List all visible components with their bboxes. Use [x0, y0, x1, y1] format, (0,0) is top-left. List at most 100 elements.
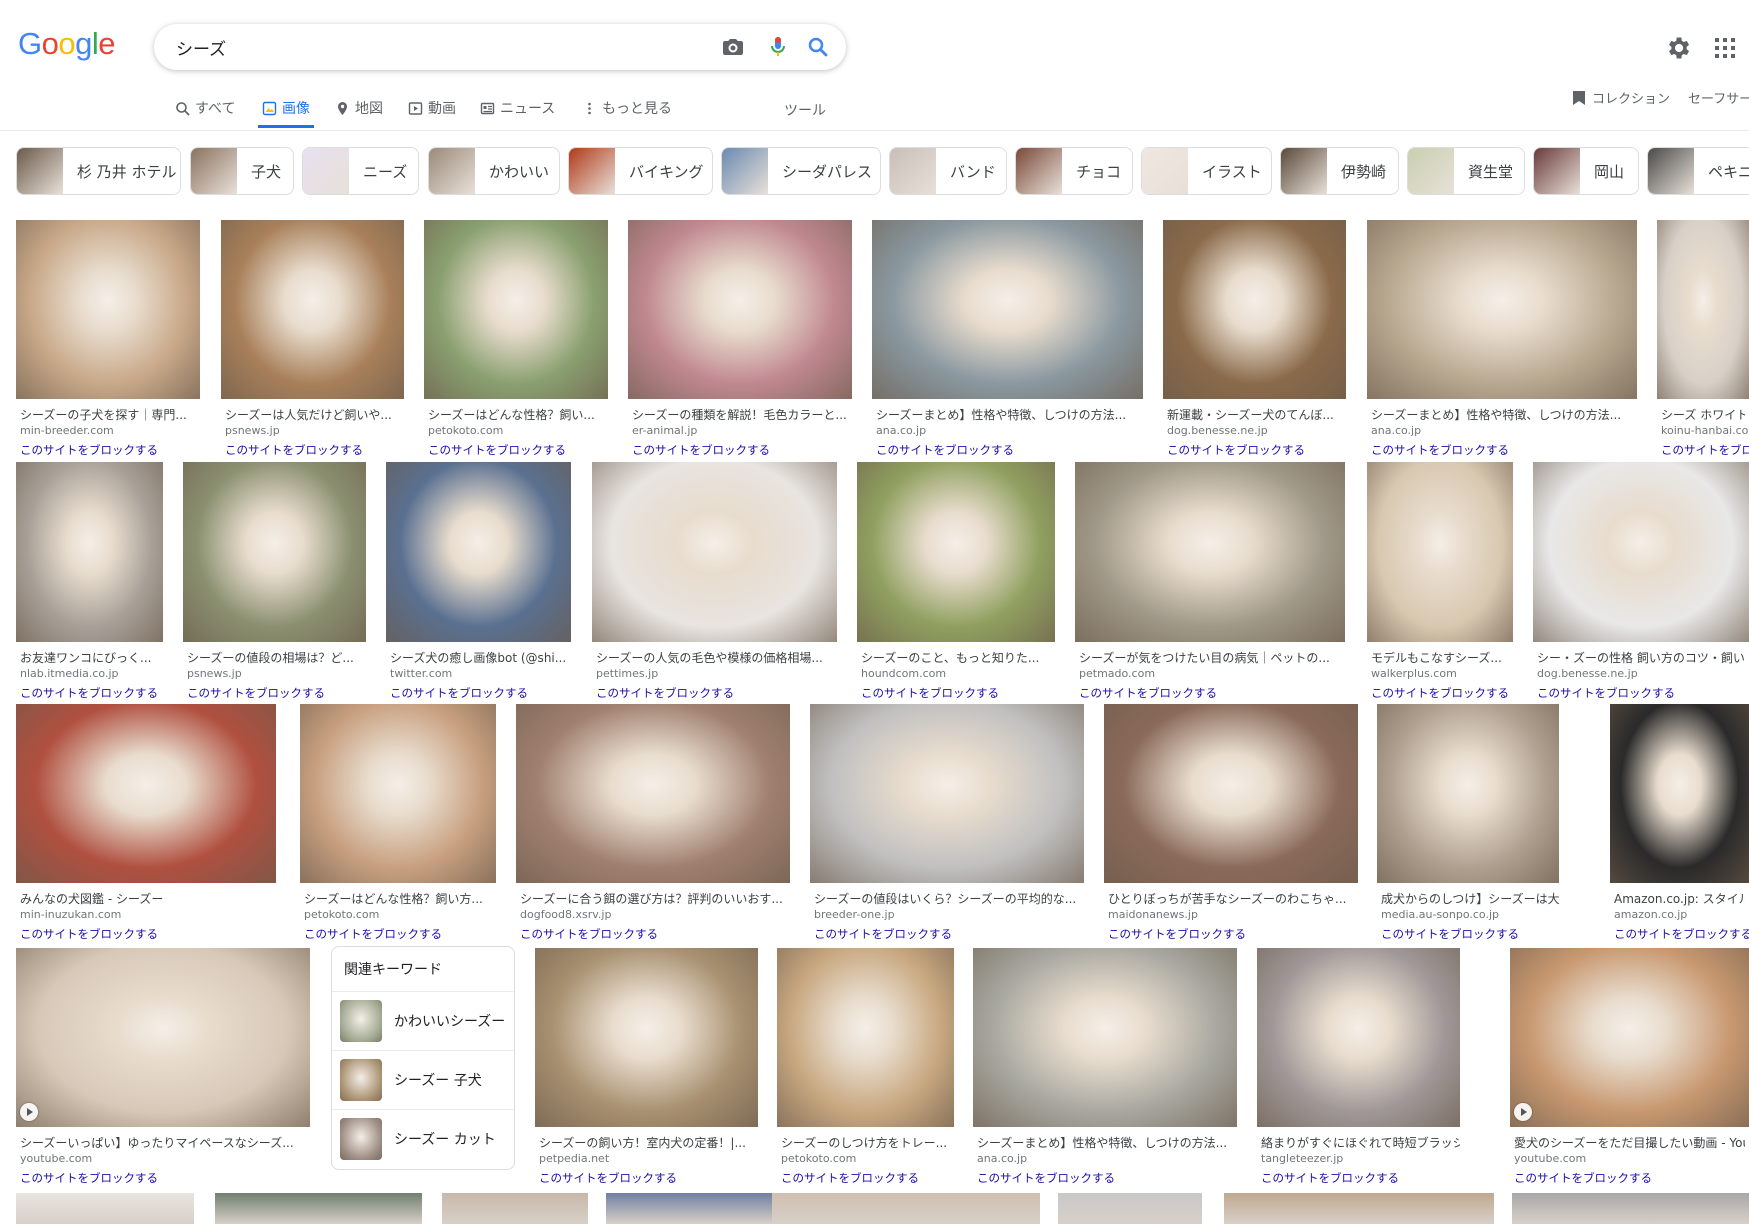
block-site-link[interactable]: このサイトをブロックする — [632, 442, 770, 458]
result-thumbnail[interactable] — [16, 220, 200, 399]
result-thumbnail[interactable] — [777, 948, 954, 1127]
image-result[interactable]: シーズーに合う餌の選び方は？評判のいいおす... dogfood8.xsrv.jp… — [516, 704, 790, 941]
block-site-link[interactable]: このサイトをブロックする — [1537, 685, 1675, 701]
chip-3[interactable]: かわいい — [428, 147, 560, 195]
image-result[interactable]: シーズーの値段の相場は？ど... psnews.jp このサイトをブロックする — [183, 462, 366, 700]
result-thumbnail[interactable] — [857, 462, 1055, 642]
result-title[interactable]: シーズーの子犬を探す｜専門... — [20, 406, 200, 423]
result-title[interactable]: シーズーはどんな性格？飼い方... — [304, 890, 496, 907]
result-thumbnail[interactable] — [628, 220, 852, 399]
result-thumbnail[interactable] — [386, 462, 571, 642]
result-title[interactable]: 新運載・シーズー犬のてんぼ... — [1167, 406, 1346, 423]
result-title[interactable]: シーズーの飼い方！室内犬の定番！|... — [539, 1134, 758, 1151]
block-site-link[interactable]: このサイトをブロックする — [20, 442, 158, 458]
block-site-link[interactable]: このサイトをブロックする — [1167, 442, 1305, 458]
chip-8[interactable]: イラスト — [1141, 147, 1272, 195]
image-result-partial[interactable] — [16, 1193, 194, 1224]
result-thumbnail[interactable] — [16, 704, 276, 883]
block-site-link[interactable]: このサイトをブロックする — [187, 685, 325, 701]
result-title[interactable]: シーズーが気をつけたい目の病気｜ペットの... — [1079, 649, 1345, 666]
image-result[interactable]: シーズーの飼い方！室内犬の定番！|... petpedia.net このサイトをブロ… — [535, 948, 758, 1185]
result-title[interactable]: シーズーの値段はいくら？シーズーの平均的な... — [814, 890, 1084, 907]
result-title[interactable]: 愛犬のシーズーをただ目撮したい動画 - You — [1514, 1134, 1745, 1151]
result-thumbnail[interactable] — [16, 948, 310, 1127]
image-result[interactable]: シーズーのしつけ方をトレー... petokoto.com このサイトをブロックする — [777, 948, 954, 1185]
block-site-link[interactable]: このサイトをブロックする — [539, 1170, 677, 1186]
block-site-link[interactable]: このサイトをブロックする — [304, 926, 442, 942]
result-title[interactable]: 絡まりがすぐにほぐれて時短ブラッシ... — [1261, 1134, 1460, 1151]
related-keyword-item[interactable]: かわいいシーズー — [332, 991, 514, 1050]
result-title[interactable]: シーズーいっぱい】ゆったりマイペースなシーズ... — [20, 1134, 310, 1151]
result-title[interactable]: Amazon.co.jp: スタイルズ — [1614, 890, 1745, 907]
google-logo[interactable]: Google — [18, 26, 116, 62]
block-site-link[interactable]: このサイトをブロックする — [20, 926, 158, 942]
tab-2[interactable]: 地図 — [335, 98, 383, 118]
block-site-link[interactable]: このサイトをブロックする — [1261, 1170, 1399, 1186]
block-site-link[interactable]: このサイトをブロックする — [977, 1170, 1115, 1186]
image-result[interactable]: シー・ズーの性格 飼い方のコツ・飼い dog.benesse.ne.jp このサイト… — [1533, 462, 1749, 700]
chip-10[interactable]: 資生堂 — [1407, 147, 1525, 195]
chip-9[interactable]: 伊勢崎 — [1280, 147, 1399, 195]
apps-grid-icon[interactable] — [1713, 36, 1737, 60]
result-thumbnail[interactable] — [424, 220, 608, 399]
image-result[interactable]: シーズーはどんな性格？飼い... petokoto.com このサイトをブロックする — [424, 220, 608, 457]
image-result[interactable]: シーズーまとめ】性格や特徴、しつけの方法... ana.co.jp このサイトをブロ… — [872, 220, 1143, 457]
block-site-link[interactable]: このサイトをブロックする — [1381, 926, 1519, 942]
result-thumbnail[interactable] — [592, 462, 837, 642]
chip-1[interactable]: 子犬 — [190, 147, 294, 195]
chip-11[interactable]: 岡山 — [1533, 147, 1639, 195]
image-result-partial[interactable] — [1512, 1193, 1749, 1224]
result-thumbnail[interactable] — [1257, 948, 1460, 1127]
result-title[interactable]: シーズーのしつけ方をトレー... — [781, 1134, 954, 1151]
image-result[interactable]: シーズーまとめ】性格や特徴、しつけの方法... ana.co.jp このサイトをブロ… — [1367, 220, 1637, 457]
block-site-link[interactable]: このサイトをブロックする — [428, 442, 566, 458]
image-result-partial[interactable] — [606, 1193, 774, 1224]
result-thumbnail[interactable] — [1533, 462, 1749, 642]
block-site-link[interactable]: このサイトをブロックする — [781, 1170, 919, 1186]
result-title[interactable]: シーズーまとめ】性格や特徴、しつけの方法... — [977, 1134, 1237, 1151]
block-site-link[interactable]: このサイトをブロックする — [861, 685, 999, 701]
search-icon[interactable] — [806, 35, 830, 59]
result-thumbnail[interactable] — [973, 948, 1237, 1127]
result-title[interactable]: シーズ ホワイト — [1661, 406, 1745, 423]
collection-button[interactable]: コレクション — [1572, 88, 1670, 107]
image-result[interactable]: Amazon.co.jp: スタイルズamazon.co.jp このサイトをブロッ… — [1610, 704, 1749, 941]
image-result[interactable]: 愛犬のシーズーをただ目撮したい動画 - You youtube.com このサイトを… — [1510, 948, 1749, 1185]
image-result[interactable]: 絡まりがすぐにほぐれて時短ブラッシ... tangleteezer.jp このサイト… — [1257, 948, 1460, 1185]
result-title[interactable]: シーズーに合う餌の選び方は？評判のいいおす... — [520, 890, 790, 907]
result-thumbnail[interactable] — [221, 220, 404, 399]
block-site-link[interactable]: このサイトをブロックする — [1371, 685, 1509, 701]
result-title[interactable]: シーズーの値段の相場は？ど... — [187, 649, 366, 666]
result-thumbnail[interactable] — [1075, 462, 1345, 642]
result-thumbnail[interactable] — [300, 704, 496, 883]
result-thumbnail[interactable] — [1367, 220, 1637, 399]
result-title[interactable]: シーズーの人気の毛色や模様の価格相場... — [596, 649, 837, 666]
image-result[interactable]: シーズーまとめ】性格や特徴、しつけの方法... ana.co.jp このサイトをブロ… — [973, 948, 1237, 1185]
safesearch-button[interactable]: セーフサー — [1688, 88, 1749, 107]
image-result[interactable]: シーズーの子犬を探す｜専門... min-breeder.com このサイトをブロッ… — [16, 220, 200, 457]
block-site-link[interactable]: このサイトをブロックする — [20, 1170, 158, 1186]
chip-0[interactable]: 杉 乃井 ホテル — [16, 147, 181, 195]
block-site-link[interactable]: このサイトをブロックする — [876, 442, 1014, 458]
result-thumbnail[interactable] — [1367, 462, 1513, 642]
result-title[interactable]: ひとりぼっちが苦手なシーズーのわこちゃ... — [1108, 890, 1358, 907]
block-site-link[interactable]: このサイトをブロックする — [1371, 442, 1509, 458]
result-title[interactable]: シーズーは人気だけど飼いや... — [225, 406, 404, 423]
image-result[interactable]: みんなの犬図鑑 - シーズー min-inuzukan.com このサイトをブロック… — [16, 704, 276, 941]
image-result[interactable]: モデルもこなすシーズ... walkerplus.com このサイトをブロックする — [1367, 462, 1513, 700]
chip-5[interactable]: シーダパレス — [721, 147, 881, 195]
result-thumbnail[interactable] — [183, 462, 366, 642]
block-site-link[interactable]: このサイトをブロックする — [596, 685, 734, 701]
image-result[interactable]: シーズーはどんな性格？飼い方... petokoto.com このサイトをブロックす… — [300, 704, 496, 941]
result-title[interactable]: モデルもこなすシーズ... — [1371, 649, 1513, 666]
result-title[interactable]: シーズーの種類を解説！毛色カラーと... — [632, 406, 852, 423]
result-title[interactable]: シーズーはどんな性格？飼い... — [428, 406, 608, 423]
image-result-partial[interactable] — [442, 1193, 588, 1224]
result-thumbnail[interactable] — [535, 948, 758, 1127]
image-result-partial[interactable] — [1224, 1193, 1494, 1224]
tools-button[interactable]: ツール — [784, 100, 826, 120]
chip-12[interactable]: ペキニ — [1647, 147, 1749, 195]
chip-6[interactable]: バンド — [889, 147, 1007, 195]
result-thumbnail[interactable] — [810, 704, 1084, 883]
image-result[interactable]: ひとりぼっちが苦手なシーズーのわこちゃ... maidonanews.jp このサイ… — [1104, 704, 1358, 941]
